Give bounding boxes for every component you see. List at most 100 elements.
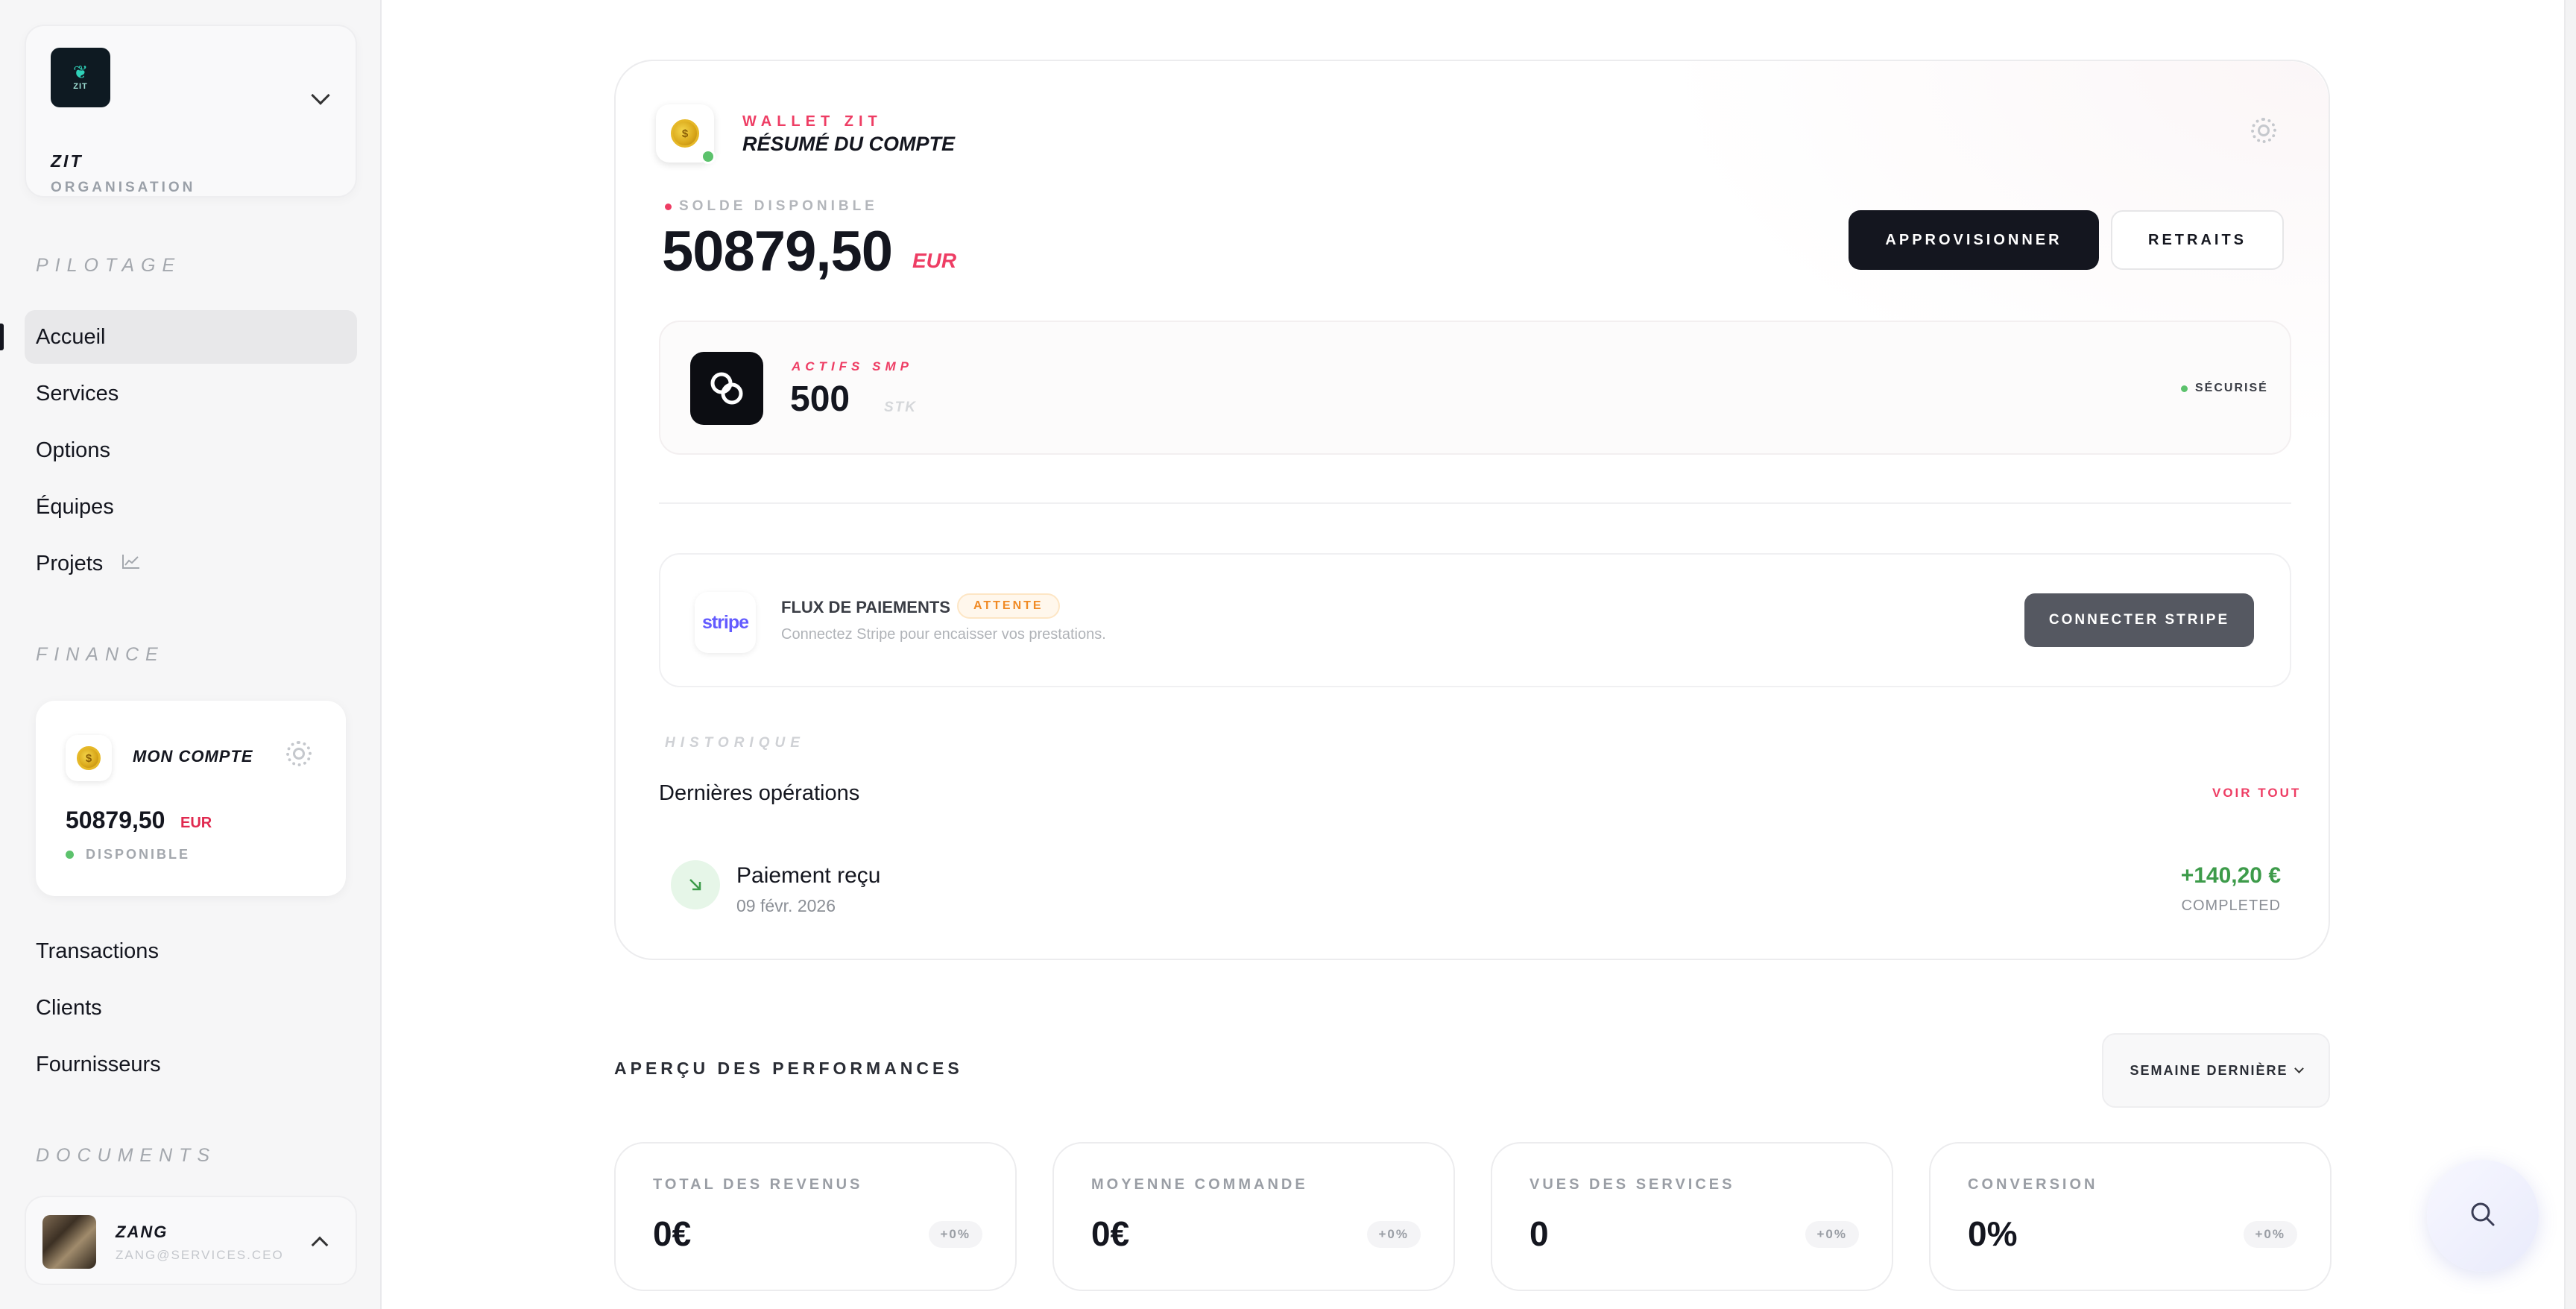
period-select[interactable]: SEMAINE DERNIÈRE (2102, 1033, 2330, 1108)
kpi-card-service-views: VUES DES SERVICES 0 +0% (1491, 1142, 1893, 1291)
coin-badge: $ (66, 735, 112, 781)
section-label-pilotage: PILOTAGE (36, 255, 182, 276)
chevron-up-icon[interactable] (311, 1236, 329, 1254)
assets-panel: ACTIFS SMP 500 STK SÉCURISÉ (659, 321, 2291, 455)
balance-amount: 50879,50 (662, 220, 893, 283)
status-dot (66, 851, 74, 859)
operation-date: 09 févr. 2026 (736, 896, 836, 915)
payments-title: FLUX DE PAIEMENTS (781, 598, 950, 616)
kpi-change-badge: +0% (1805, 1221, 1859, 1248)
sidebar: ❦ ZIT ZIT ORGANISATION PILOTAGE Accueil … (0, 0, 382, 1309)
sidebar-item-label: Projets (36, 551, 104, 575)
operation-status: COMPLETED (2181, 898, 2281, 914)
sidebar-item-label: Équipes (36, 494, 114, 519)
status-dot (2181, 385, 2188, 392)
kpi-value: 0% (1968, 1214, 2018, 1253)
secure-badge: SÉCURISÉ (2181, 382, 2268, 395)
kpi-value: 0€ (1091, 1214, 1130, 1253)
link-icon (690, 352, 763, 425)
organization-name: ZIT (51, 151, 83, 171)
organization-subtitle: ORGANISATION (51, 180, 196, 195)
assets-label: ACTIFS SMP (792, 359, 913, 373)
kpi-card-average-order: MOYENNE COMMANDE 0€ +0% (1052, 1142, 1455, 1291)
gear-icon[interactable] (2251, 118, 2276, 143)
sidebar-item-services[interactable]: Services (25, 367, 357, 420)
section-label-documents: DOCUMENTS (36, 1145, 217, 1166)
active-indicator (0, 324, 4, 350)
gear-icon[interactable] (286, 741, 312, 766)
operation-amount: +140,20 € (2180, 863, 2281, 888)
payments-panel: stripe FLUX DE PAIEMENTS ATTENTE Connect… (659, 553, 2291, 687)
user-menu[interactable]: ZANG ZANG@SERVICES.CEO (25, 1196, 357, 1285)
kpi-change-badge: +0% (1366, 1221, 1421, 1248)
sidebar-item-accueil[interactable]: Accueil (25, 310, 357, 364)
account-card-currency: EUR (180, 815, 212, 831)
account-card[interactable]: $ MON COMPTE 50879,50 EUR DISPONIBLE (36, 701, 346, 896)
kpi-card-revenue: TOTAL DES REVENUS 0€ +0% (614, 1142, 1017, 1291)
account-card-status: DISPONIBLE (66, 847, 190, 862)
history-label: HISTORIQUE (665, 735, 805, 751)
kpi-card-conversion: CONVERSION 0% +0% (1929, 1142, 2332, 1291)
coin-icon: $ (671, 119, 699, 148)
sidebar-item-label: Fournisseurs (36, 1052, 161, 1076)
chart-line-icon (122, 554, 140, 573)
list-item[interactable]: Paiement reçu 09 févr. 2026 +140,20 € CO… (659, 844, 2291, 933)
retraits-button[interactable]: RETRAITS (2111, 210, 2284, 270)
operation-name: Paiement reçu (736, 863, 881, 888)
organization-switcher[interactable]: ❦ ZIT ZIT ORGANISATION (25, 25, 357, 198)
balance-currency: EUR (912, 249, 957, 272)
connect-stripe-button[interactable]: CONNECTER STRIPE (2024, 593, 2254, 647)
sidebar-item-equipes[interactable]: Équipes (25, 480, 357, 534)
section-label-finance: FINANCE (36, 644, 165, 665)
sidebar-item-label: Transactions (36, 939, 159, 963)
sidebar-item-label: Services (36, 381, 119, 406)
organization-logo-text: ZIT (73, 82, 88, 91)
chevron-down-icon (2294, 1063, 2304, 1073)
arrow-down-right-icon (671, 860, 720, 909)
sidebar-item-label: Clients (36, 995, 102, 1020)
sidebar-item-label: Accueil (36, 324, 106, 349)
assets-unit: STK (884, 400, 917, 415)
wallet-eyebrow: WALLET ZIT (742, 113, 883, 130)
user-email: ZANG@SERVICES.CEO (116, 1248, 284, 1262)
sidebar-item-projets[interactable]: Projets (25, 537, 357, 590)
kpi-label: MOYENNE COMMANDE (1091, 1176, 1308, 1193)
sidebar-item-options[interactable]: Options (25, 423, 357, 477)
chevron-down-icon[interactable] (311, 86, 330, 105)
balance-label-text: SOLDE DISPONIBLE (679, 198, 878, 214)
account-card-status-text: DISPONIBLE (86, 847, 191, 862)
see-all-link[interactable]: VOIR TOUT (2212, 786, 2301, 801)
kpi-label: TOTAL DES REVENUS (653, 1176, 863, 1193)
coin-icon: $ (77, 746, 101, 770)
search-button[interactable] (2427, 1160, 2539, 1272)
sidebar-item-fournisseurs[interactable]: Fournisseurs (25, 1038, 357, 1091)
period-select-value: SEMAINE DERNIÈRE (2130, 1062, 2288, 1078)
kpi-label: VUES DES SERVICES (1530, 1176, 1735, 1193)
account-card-amount: 50879,50 (66, 807, 165, 833)
kpi-value: 0 (1530, 1214, 1549, 1253)
secure-badge-text: SÉCURISÉ (2195, 382, 2268, 394)
user-name: ZANG (116, 1223, 168, 1241)
kpi-change-badge: +0% (928, 1221, 982, 1248)
approvisionner-button[interactable]: APPROVISIONNER (1849, 210, 2099, 270)
balance-dot (665, 203, 672, 210)
kpi-label: CONVERSION (1968, 1176, 2098, 1193)
avatar (42, 1215, 96, 1269)
organization-logo: ❦ ZIT (51, 48, 110, 107)
kpi-value: 0€ (653, 1214, 692, 1253)
sidebar-item-transactions[interactable]: Transactions (25, 924, 357, 978)
status-badge: ATTENTE (957, 593, 1060, 619)
leaf-icon: ❦ (72, 63, 89, 83)
payments-description: Connectez Stripe pour encaisser vos pres… (781, 626, 1106, 643)
wallet-summary-card: $ WALLET ZIT RÉSUMÉ DU COMPTE SOLDE DISP… (614, 60, 2330, 960)
kpi-change-badge: +0% (2243, 1221, 2297, 1248)
wallet-icon: $ (656, 104, 716, 164)
assets-value: 500 (790, 379, 850, 419)
sidebar-item-label: Options (36, 438, 110, 462)
sidebar-item-clients[interactable]: Clients (25, 981, 357, 1035)
online-status-dot (701, 149, 716, 164)
account-card-title: MON COMPTE (133, 747, 253, 766)
stripe-logo: stripe (695, 592, 756, 653)
scrollbar[interactable] (2564, 0, 2576, 1309)
operations-title: Dernières opérations (659, 781, 860, 805)
